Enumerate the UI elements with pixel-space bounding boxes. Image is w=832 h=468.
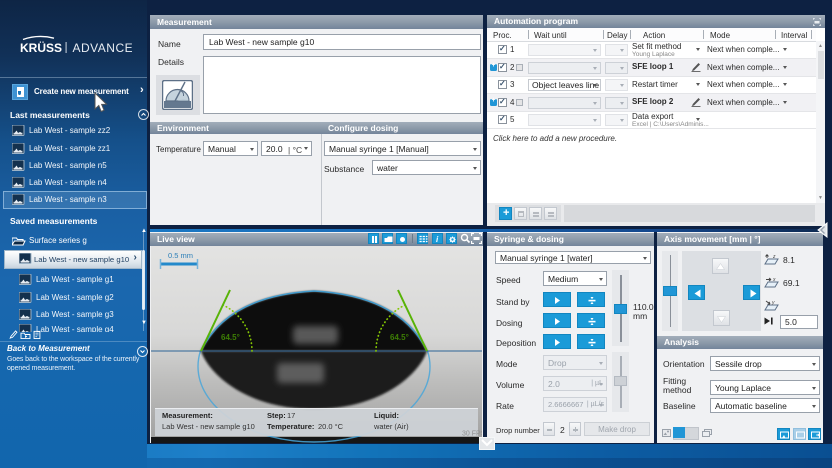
svg-text:KRÜSS: KRÜSS	[20, 40, 62, 55]
svg-text:64.5°: 64.5°	[221, 333, 240, 342]
svg-text:water (Air): water (Air)	[373, 422, 409, 431]
svg-text:64.5°: 64.5°	[390, 333, 409, 342]
svg-text:Measurement:: Measurement:	[162, 411, 213, 420]
svg-text:Temperature:: Temperature:	[267, 422, 314, 431]
svg-text:Step:: Step:	[267, 411, 286, 420]
svg-text:z: z	[772, 254, 776, 260]
svg-text:20.0 °C: 20.0 °C	[318, 422, 344, 431]
svg-text:y: y	[771, 300, 775, 306]
svg-text:0.5 mm: 0.5 mm	[168, 251, 193, 260]
svg-text:Lab West - new sample g10: Lab West - new sample g10	[162, 422, 255, 431]
svg-text:Liquid:: Liquid:	[374, 411, 399, 420]
svg-text:17: 17	[287, 411, 295, 420]
svg-text:x: x	[772, 277, 776, 283]
svg-text:ADVANCE: ADVANCE	[73, 41, 133, 55]
